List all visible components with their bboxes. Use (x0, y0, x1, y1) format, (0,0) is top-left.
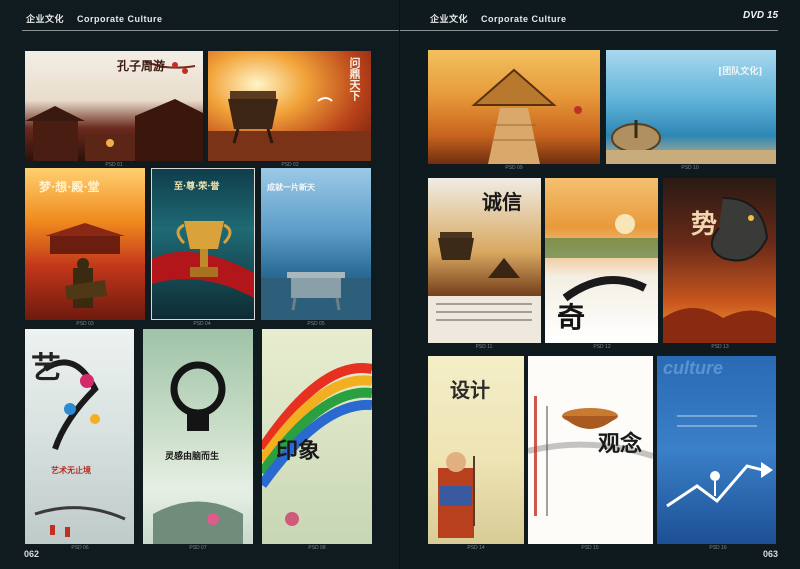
title-psd-13: 势 (691, 210, 718, 240)
thumb-psd-01[interactable]: 孔子周游 (25, 51, 203, 161)
folding-fan-illustration (471, 68, 582, 164)
thumb-psd-14[interactable]: 设计 (428, 356, 524, 544)
title-psd-08: 印象 (276, 438, 321, 464)
thumb-psd-15[interactable]: 观念 (528, 356, 653, 544)
dvd-logo: DVD 15 (742, 10, 778, 21)
caption-psd-13: PSD 13 (711, 344, 729, 350)
title-psd-15: 观念 (598, 431, 643, 457)
thumb-psd-09[interactable] (428, 50, 600, 164)
title-psd-03: 梦·想·殿·堂 (39, 180, 100, 194)
thumb-psd-13[interactable]: 势 (663, 178, 776, 343)
left-page: 企业文化 Corporate Culture 孔子周游 PSD 01 问鼎天下 … (0, 0, 400, 569)
right-header-zh: 企业文化 (430, 14, 469, 24)
page-number-left: 062 (24, 549, 40, 559)
right-page: 企业文化 Corporate Culture DVD 15 PSD 09 [团队… (400, 0, 800, 569)
thumb-psd-03[interactable]: 梦·想·殿·堂 (25, 168, 145, 320)
thumb-psd-07[interactable]: 灵感由脑而生 (143, 329, 253, 544)
thumb-psd-04[interactable]: 至·尊·荣·誉 (151, 168, 255, 320)
thumb-psd-06[interactable]: 艺 艺术无止境 (25, 329, 134, 544)
thumb-psd-12[interactable]: 奇 (545, 178, 658, 343)
dragon-illustration (663, 197, 776, 343)
temple-illustration (25, 60, 203, 161)
title-psd-10: [团队文化] (718, 67, 763, 77)
lightbulb-illustration (153, 361, 243, 544)
left-running-header: 企业文化 Corporate Culture (26, 12, 163, 25)
title-psd-05: 成就一片新天 (267, 182, 315, 192)
growth-arrow-illustration (666, 415, 773, 508)
left-header-en: Corporate Culture (77, 14, 163, 24)
page-number-right: 063 (762, 549, 778, 559)
title-psd-11: 诚信 (482, 190, 522, 214)
subtitle-psd-06: 艺术无止境 (51, 465, 91, 475)
thumb-psd-08[interactable]: 印象 (262, 329, 372, 544)
title-psd-07: 灵感由脑而生 (165, 452, 220, 462)
caption-psd-14: PSD 14 (467, 545, 485, 551)
caption-psd-07: PSD 07 (189, 545, 207, 551)
caption-psd-06: PSD 06 (71, 545, 89, 551)
thumb-psd-10[interactable]: [团队文化] (606, 50, 776, 164)
caption-psd-16: PSD 16 (709, 545, 727, 551)
title-psd-02: 问鼎天下 (348, 57, 361, 101)
thumb-psd-05[interactable]: 成就一片新天 (261, 168, 371, 320)
thumb-psd-16[interactable]: culture (657, 356, 776, 544)
left-header-rule (22, 30, 400, 31)
caption-psd-10: PSD 10 (681, 165, 699, 171)
right-header-rule (400, 30, 778, 31)
thumb-psd-11[interactable]: 诚信 (428, 178, 541, 343)
caption-psd-15: PSD 15 (581, 545, 599, 551)
caption-psd-11: PSD 11 (475, 344, 493, 350)
caption-psd-05: PSD 05 (307, 321, 325, 327)
title-psd-16: culture (663, 358, 724, 378)
right-header-en: Corporate Culture (481, 14, 567, 24)
title-psd-12: 奇 (557, 301, 586, 334)
caption-psd-09: PSD 09 (505, 165, 523, 171)
title-psd-14: 设计 (450, 378, 490, 402)
caption-psd-03: PSD 03 (76, 321, 94, 327)
thumb-psd-02[interactable]: 问鼎天下 (208, 51, 371, 161)
title-psd-01: 孔子周游 (117, 59, 166, 73)
right-running-header: 企业文化 Corporate Culture (430, 12, 567, 25)
left-header-zh: 企业文化 (26, 14, 65, 24)
title-psd-06: 艺 (31, 351, 61, 386)
title-psd-04: 至·尊·荣·誉 (174, 182, 220, 192)
caption-psd-08: PSD 08 (308, 545, 326, 551)
caption-psd-12: PSD 12 (593, 344, 611, 350)
caption-psd-04: PSD 04 (193, 321, 211, 327)
